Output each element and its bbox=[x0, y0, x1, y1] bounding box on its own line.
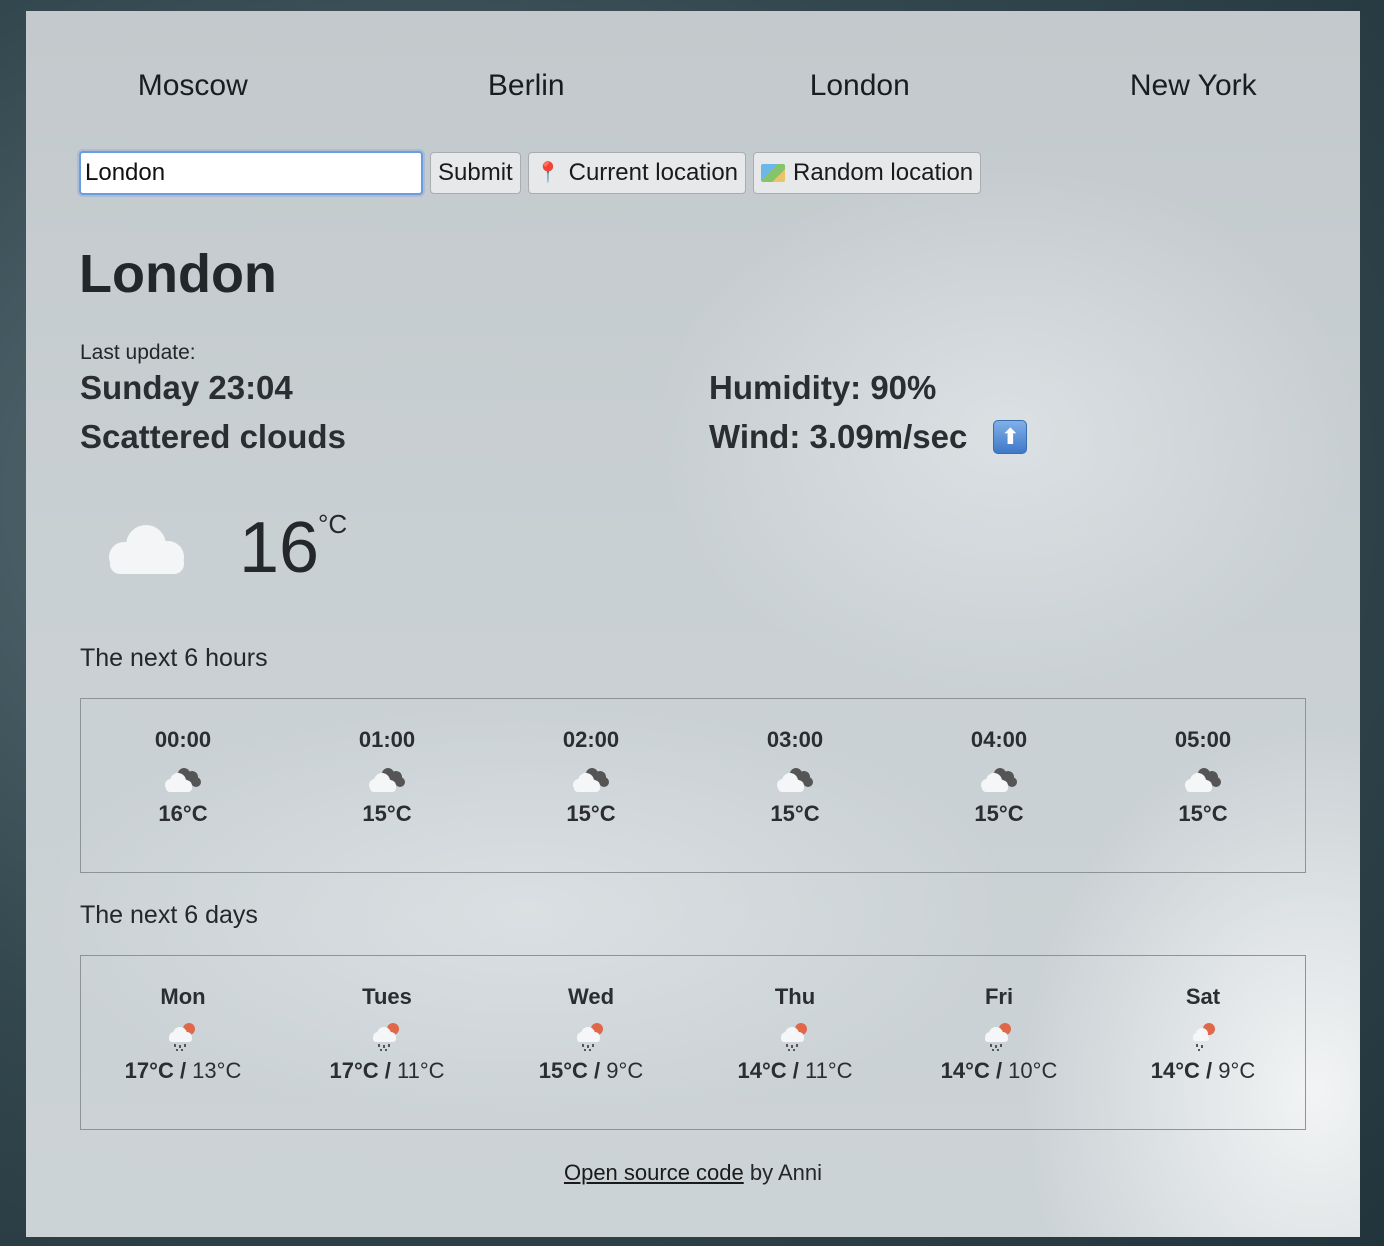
city-link-new-york[interactable]: New York bbox=[1027, 69, 1361, 103]
day-name: Wed bbox=[567, 984, 615, 1009]
random-location-button[interactable]: Random location bbox=[753, 152, 982, 194]
hour-temp: 15°C bbox=[566, 801, 616, 826]
day-name: Thu bbox=[774, 984, 816, 1009]
day-item: Mon 17°C / 13°C bbox=[81, 984, 285, 1129]
day-low: 10°C bbox=[1008, 1058, 1058, 1083]
rain-sun-icon bbox=[285, 1014, 489, 1058]
day-temps: 14°C / 9°C bbox=[1150, 1058, 1256, 1083]
hour-item: 04:00 15°C bbox=[897, 727, 1101, 872]
hour-item: 05:00 15°C bbox=[1101, 727, 1305, 872]
day-temps: 14°C / 11°C bbox=[737, 1058, 853, 1083]
day-low: 13°C bbox=[192, 1058, 242, 1083]
city-nav: Moscow Berlin London New York bbox=[26, 69, 1360, 103]
daily-title: The next 6 days bbox=[80, 901, 258, 929]
cloudy-night-icon bbox=[693, 757, 897, 801]
hour-time: 01:00 bbox=[358, 727, 416, 752]
hour-time: 03:00 bbox=[766, 727, 824, 752]
hour-time: 00:00 bbox=[154, 727, 212, 752]
day-item: Tues 17°C / 11°C bbox=[285, 984, 489, 1129]
footer-author: by Anni bbox=[743, 1160, 823, 1185]
city-title: London bbox=[79, 244, 277, 304]
current-location-label: Current location bbox=[568, 159, 739, 186]
day-high: 14°C bbox=[940, 1058, 990, 1083]
day-low: 11°C bbox=[804, 1058, 853, 1083]
day-temps: 14°C / 10°C bbox=[940, 1058, 1058, 1083]
rain-sun-icon bbox=[489, 1014, 693, 1058]
cloud-icon bbox=[109, 525, 184, 574]
cloudy-night-icon bbox=[897, 757, 1101, 801]
submit-button[interactable]: Submit bbox=[430, 152, 521, 194]
rain-sun-icon bbox=[81, 1014, 285, 1058]
submit-label: Submit bbox=[438, 159, 513, 186]
day-name: Mon bbox=[160, 984, 206, 1009]
day-name: Tues bbox=[362, 984, 412, 1009]
day-item: Fri 14°C / 10°C bbox=[897, 984, 1101, 1129]
wind-speed: Wind: 3.09m/sec bbox=[709, 418, 968, 455]
source-code-link[interactable]: Open source code bbox=[564, 1160, 744, 1185]
map-icon bbox=[761, 164, 786, 182]
hour-time: 04:00 bbox=[970, 727, 1028, 752]
weather-card: Moscow Berlin London New York Submit 📍 C… bbox=[26, 11, 1360, 1237]
temperature-unit: °C bbox=[318, 509, 348, 539]
day-high: 17°C bbox=[329, 1058, 379, 1083]
hour-temp: 16°C bbox=[158, 801, 208, 826]
rain-sun-icon bbox=[693, 1014, 897, 1058]
hour-temp: 15°C bbox=[770, 801, 820, 826]
day-high: 17°C bbox=[124, 1058, 174, 1083]
hour-time: 02:00 bbox=[562, 727, 620, 752]
day-low: 9°C bbox=[1218, 1058, 1256, 1083]
city-link-berlin[interactable]: Berlin bbox=[360, 69, 694, 103]
day-high: 14°C bbox=[1150, 1058, 1200, 1083]
day-name: Sat bbox=[1185, 984, 1221, 1009]
city-search-input[interactable] bbox=[79, 151, 423, 195]
day-temps: 17°C / 13°C bbox=[124, 1058, 242, 1083]
city-link-moscow[interactable]: Moscow bbox=[26, 69, 360, 103]
day-time: Sunday 23:04 bbox=[80, 369, 293, 406]
hour-item: 03:00 15°C bbox=[693, 727, 897, 872]
current-location-button[interactable]: 📍 Current location bbox=[527, 152, 747, 194]
pin-icon: 📍 bbox=[535, 162, 561, 184]
cloudy-night-icon bbox=[81, 757, 285, 801]
cloudy-night-icon bbox=[489, 757, 693, 801]
search-form: Submit 📍 Current location Random locatio… bbox=[79, 151, 982, 195]
hour-time: 05:00 bbox=[1174, 727, 1232, 752]
cloudy-night-icon bbox=[1101, 757, 1305, 801]
footer: Open source code by Anni bbox=[26, 1160, 1360, 1186]
day-temps: 15°C / 9°C bbox=[538, 1058, 644, 1083]
random-location-label: Random location bbox=[793, 159, 974, 186]
daily-forecast: Mon 17°C / 13°C Tues 17°C / 11°C Wed 15°… bbox=[80, 955, 1306, 1130]
day-low: 11°C bbox=[396, 1058, 445, 1083]
hour-temp: 15°C bbox=[362, 801, 412, 826]
day-item: Thu 14°C / 11°C bbox=[693, 984, 897, 1129]
hourly-title: The next 6 hours bbox=[80, 644, 268, 672]
current-temperature: 16 bbox=[239, 508, 320, 588]
last-update-label: Last update: bbox=[80, 341, 196, 364]
wind: Wind: 3.09m/sec ⬆ bbox=[709, 418, 1028, 456]
day-item: Sat 14°C / 9°C bbox=[1101, 984, 1305, 1129]
day-low: 9°C bbox=[606, 1058, 644, 1083]
rain-sun-icon bbox=[897, 1014, 1101, 1058]
light-rain-sun-icon bbox=[1101, 1014, 1305, 1058]
day-temps: 17°C / 11°C bbox=[329, 1058, 445, 1083]
hour-temp: 15°C bbox=[1178, 801, 1228, 826]
hour-temp: 15°C bbox=[974, 801, 1024, 826]
day-high: 15°C bbox=[538, 1058, 588, 1083]
hour-item: 02:00 15°C bbox=[489, 727, 693, 872]
hourly-forecast: 00:00 16°C 01:00 15°C 02:00 15°C 03:00 1… bbox=[80, 698, 1306, 873]
weather-description: Scattered clouds bbox=[80, 418, 346, 455]
hour-item: 00:00 16°C bbox=[81, 727, 285, 872]
day-high: 14°C bbox=[737, 1058, 787, 1083]
day-name: Fri bbox=[984, 984, 1014, 1009]
humidity: Humidity: 90% bbox=[709, 369, 937, 406]
cloudy-night-icon bbox=[285, 757, 489, 801]
hour-item: 01:00 15°C bbox=[285, 727, 489, 872]
day-item: Wed 15°C / 9°C bbox=[489, 984, 693, 1129]
up-arrow-icon: ⬆ bbox=[993, 420, 1028, 454]
city-link-london[interactable]: London bbox=[693, 69, 1027, 103]
